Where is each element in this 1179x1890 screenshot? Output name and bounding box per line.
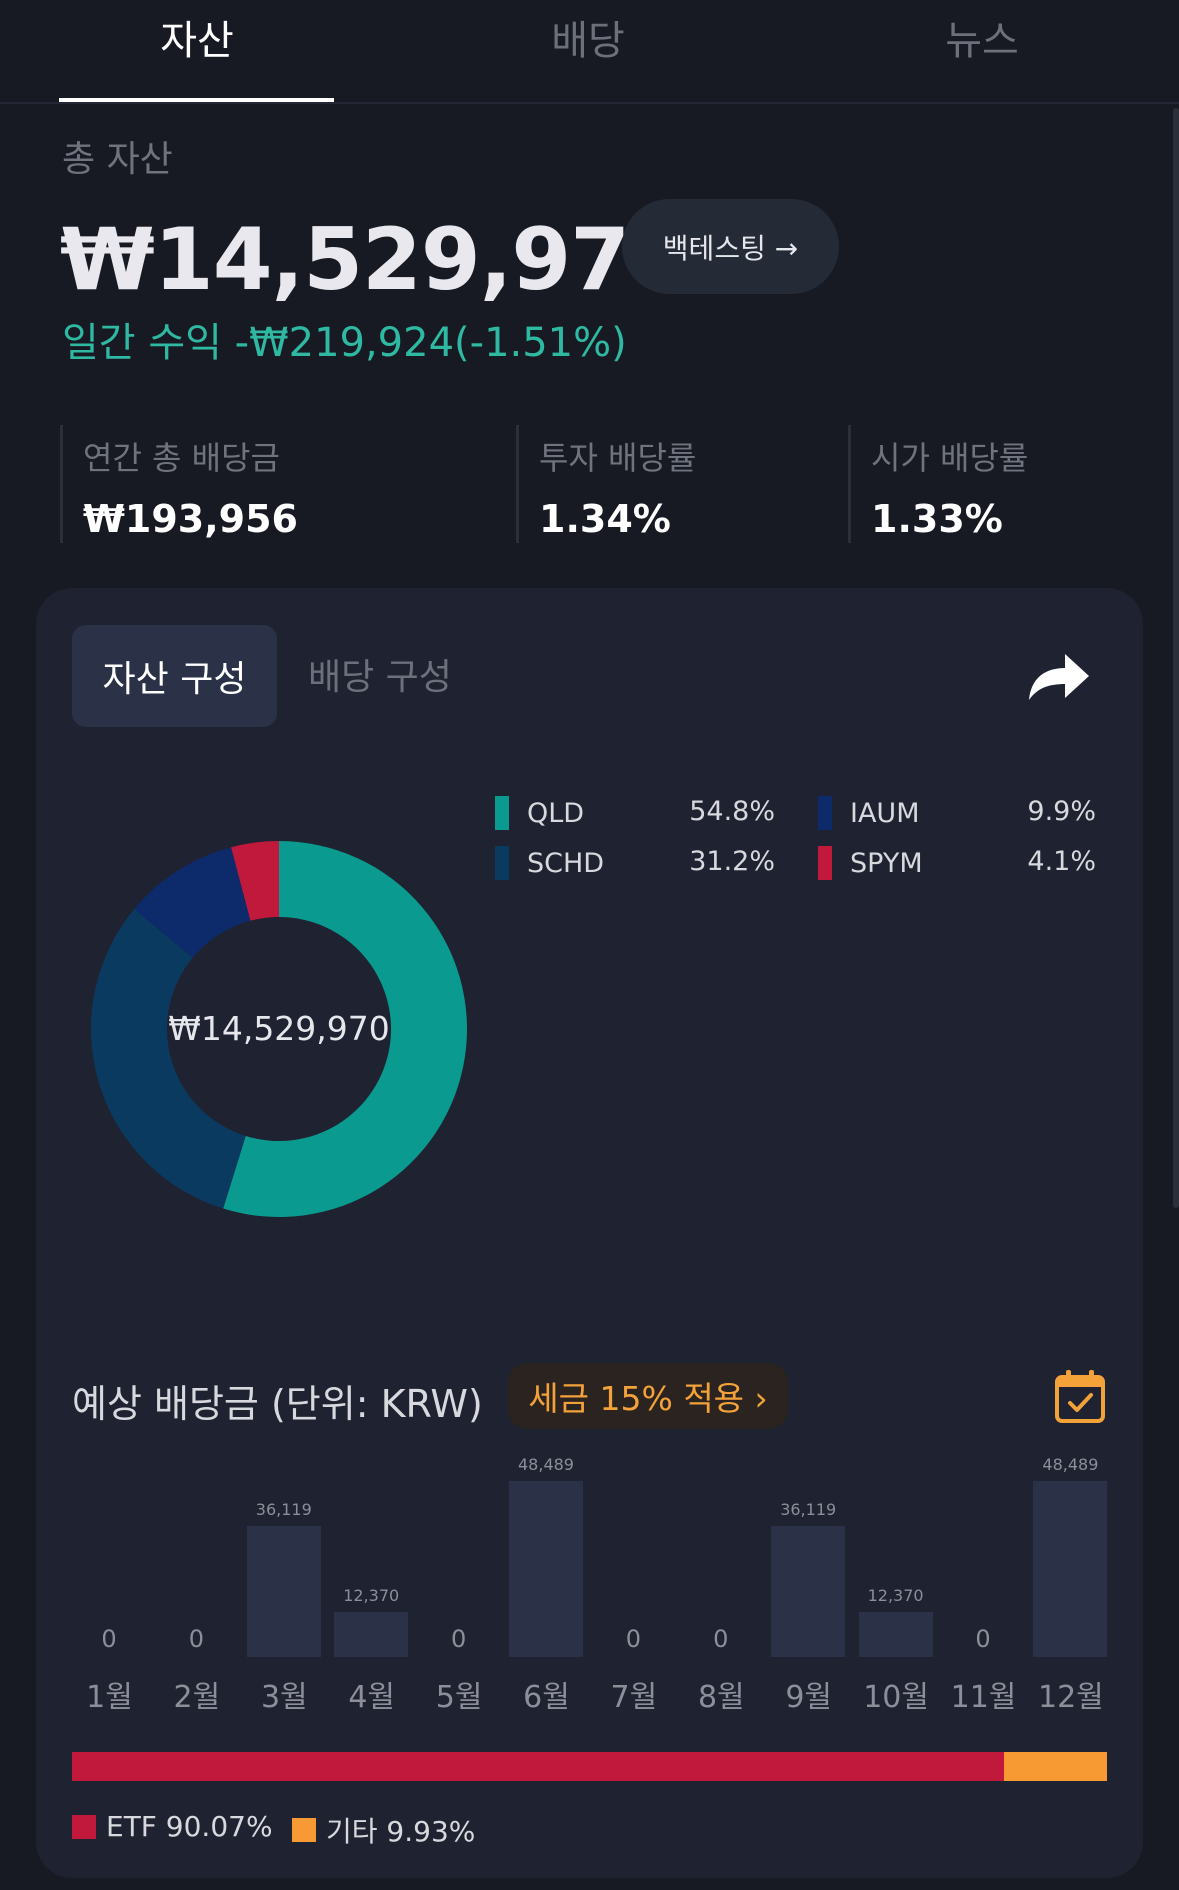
bar-value-label: 36,119 (780, 1499, 837, 1519)
stat-label: 투자 배당률 (539, 439, 697, 477)
ratio-segment-etf (72, 1752, 1005, 1781)
backtest-button[interactable]: 백테스팅 → (622, 199, 839, 294)
segment-asset-composition[interactable]: 자산 구성 (72, 625, 277, 727)
bar-value-label: 0 (188, 1625, 205, 1653)
legend-swatch (72, 1814, 96, 1839)
ratio-segment-other (1004, 1752, 1107, 1781)
stat-label: 연간 총 배당금 (83, 439, 280, 477)
month-label: 4월 (348, 1680, 396, 1715)
share-icon[interactable] (1025, 648, 1091, 704)
legend-name: SPYM (850, 847, 923, 879)
month-label: 11월 (950, 1680, 1017, 1715)
legend-item-qld: QLD (495, 795, 584, 831)
scrollbar[interactable] (1173, 108, 1179, 1208)
legend-pct: 31.2% (689, 846, 775, 877)
segment-dividend-composition[interactable]: 배당 구성 (308, 648, 452, 700)
legend-name: SCHD (527, 847, 605, 879)
dividend-bar[interactable] (1033, 1481, 1108, 1657)
bar-value-label: 0 (713, 1625, 729, 1653)
stat-investment-yield: 투자 배당률 1.34% (516, 425, 696, 543)
allocation-donut-chart: ₩14,529,970 (90, 841, 468, 1217)
bar-value-label: 0 (625, 1625, 642, 1653)
ratio-label: ETF 90.07% (106, 1810, 273, 1843)
month-label: 10월 (863, 1680, 929, 1715)
month-label: 2월 (173, 1680, 221, 1715)
bar-value-label: 48,489 (518, 1455, 574, 1474)
active-tab-indicator (59, 98, 334, 102)
tax-toggle-button[interactable]: 세금 15% 적용 › (508, 1363, 788, 1429)
month-label: 3월 (260, 1680, 308, 1715)
legend-swatch (818, 846, 832, 880)
month-label: 1월 (86, 1680, 133, 1715)
ratio-bar (72, 1752, 1107, 1781)
legend-swatch (495, 846, 509, 880)
bar-value-label: 0 (101, 1625, 117, 1653)
stat-value: ₩193,956 (83, 497, 298, 541)
legend-swatch (292, 1818, 316, 1842)
legend-name: QLD (527, 797, 585, 829)
total-assets-label: 총 자산 (62, 139, 173, 180)
donut-segment-schd[interactable] (90, 909, 246, 1209)
bar-value-label: 12,370 (343, 1586, 400, 1606)
dividend-bar[interactable] (858, 1612, 933, 1657)
dividend-bar[interactable] (771, 1525, 846, 1657)
legend-pct: 9.9% (1027, 796, 1096, 827)
dividend-chart-title: 예상 배당금 (단위: KRW) (72, 1382, 483, 1426)
calendar-check-icon[interactable] (1054, 1368, 1106, 1424)
legend-pct: 54.8% (689, 796, 775, 827)
month-label: 8월 (697, 1680, 745, 1715)
ratio-label: 기타 9.93% (326, 1815, 476, 1848)
month-label: 6월 (523, 1680, 570, 1715)
stat-value: 1.34% (539, 497, 671, 541)
tab-assets[interactable]: 자산 (59, 8, 335, 66)
total-assets-value: ₩14,529,970 (60, 210, 689, 310)
month-label: 7월 (610, 1680, 658, 1715)
dividend-bar[interactable] (246, 1525, 321, 1657)
tab-news[interactable]: 뉴스 (844, 8, 1120, 66)
stat-label: 시가 배당률 (871, 439, 1029, 477)
stat-annual-dividend: 연간 총 배당금 ₩193,956 (60, 425, 298, 543)
bar-value-label: 36,119 (255, 1499, 312, 1519)
month-label: 12월 (1038, 1680, 1104, 1715)
legend-swatch (495, 796, 509, 830)
donut-center-total: ₩14,529,970 (168, 1009, 390, 1048)
legend-name: IAUM (850, 797, 920, 829)
legend-item-spym: SPYM (818, 845, 923, 881)
bar-value-label: 12,370 (867, 1586, 924, 1606)
dividend-bar[interactable] (509, 1481, 583, 1657)
dividend-bar[interactable] (334, 1612, 409, 1657)
daily-return: 일간 수익 -₩219,924(-1.51%) (62, 320, 627, 366)
month-label: 9월 (785, 1680, 833, 1715)
month-label: 5월 (435, 1680, 483, 1715)
bar-value-label: 48,489 (1042, 1455, 1099, 1474)
tab-dividend[interactable]: 배당 (450, 8, 726, 66)
legend-swatch (818, 796, 832, 830)
stat-value: 1.33% (871, 497, 1003, 541)
legend-item-iaum: IAUM (818, 795, 920, 831)
legend-pct: 4.1% (1027, 846, 1096, 877)
top-tab-bar: 자산 배당 뉴스 (0, 0, 1179, 104)
ratio-legend-etf: ETF 90.07% (72, 1810, 273, 1843)
stat-market-yield: 시가 배당률 1.33% (848, 425, 1028, 543)
bar-value-label: 0 (450, 1625, 467, 1653)
bar-value-label: 0 (975, 1625, 991, 1653)
ratio-legend-other: 기타 9.93% (292, 1810, 475, 1850)
legend-item-schd: SCHD (495, 845, 604, 881)
